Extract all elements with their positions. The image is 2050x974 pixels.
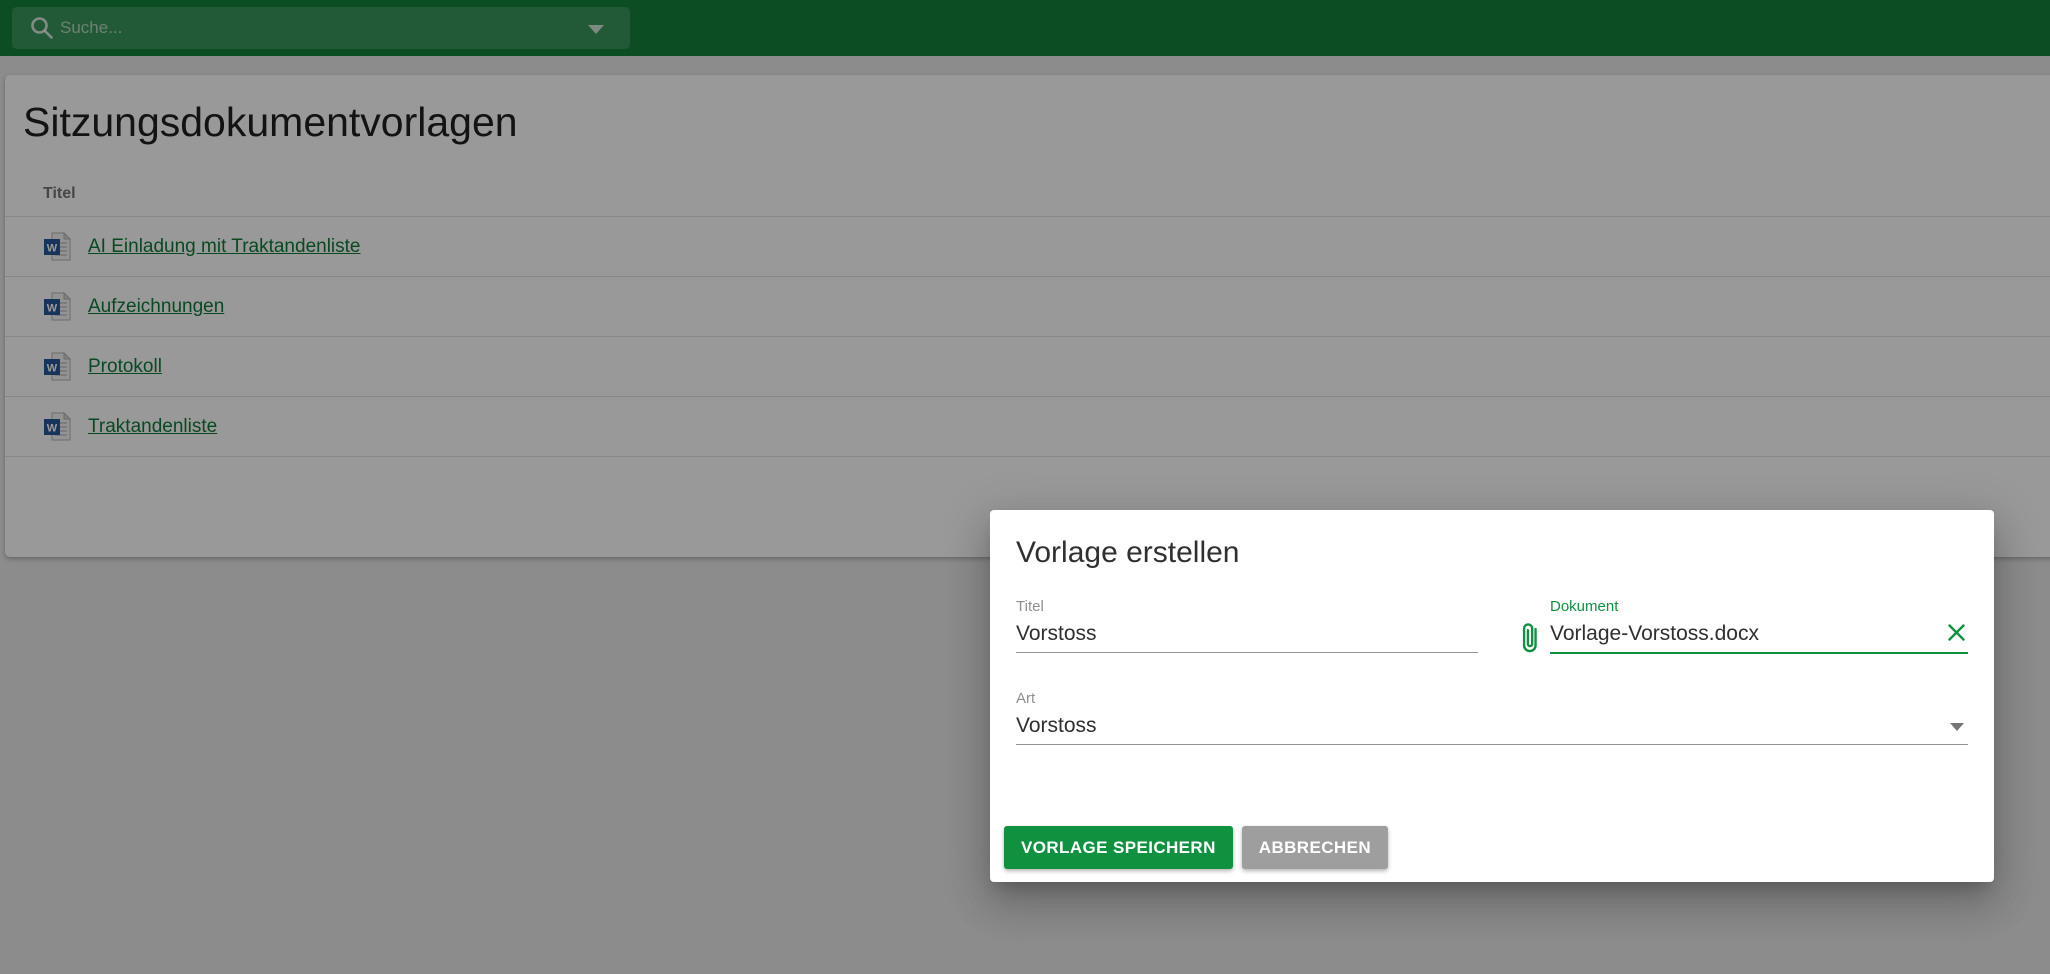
dokument-field[interactable]: Dokument Vorlage-Vorstoss.docx (1517, 598, 1968, 654)
dokument-field-underline (1550, 652, 1968, 654)
titel-field[interactable]: Titel Vorstoss (1016, 598, 1478, 654)
art-select-field[interactable]: Art Vorstoss (1016, 690, 1968, 745)
titel-field-underline (1016, 652, 1478, 653)
dialog-actions: VORLAGE SPEICHERN ABBRECHEN (1004, 826, 1388, 869)
dialog-title: Vorlage erstellen (1016, 510, 1968, 572)
save-template-button[interactable]: VORLAGE SPEICHERN (1004, 826, 1233, 869)
create-template-dialog: Vorlage erstellen Titel Vorstoss Dokumen… (990, 510, 1994, 882)
art-field-underline (1016, 744, 1968, 745)
art-field-value[interactable]: Vorstoss (1016, 711, 1968, 741)
art-field-label: Art (1016, 690, 1968, 708)
dokument-field-label: Dokument (1550, 598, 1968, 616)
titel-field-label: Titel (1016, 598, 1478, 616)
paperclip-icon (1517, 618, 1544, 658)
art-select-caret-icon[interactable] (1950, 723, 1964, 731)
clear-document-icon[interactable] (1947, 623, 1966, 642)
dokument-field-value[interactable]: Vorlage-Vorstoss.docx (1550, 619, 1968, 649)
titel-field-value[interactable]: Vorstoss (1016, 619, 1478, 649)
cancel-button[interactable]: ABBRECHEN (1242, 826, 1388, 869)
